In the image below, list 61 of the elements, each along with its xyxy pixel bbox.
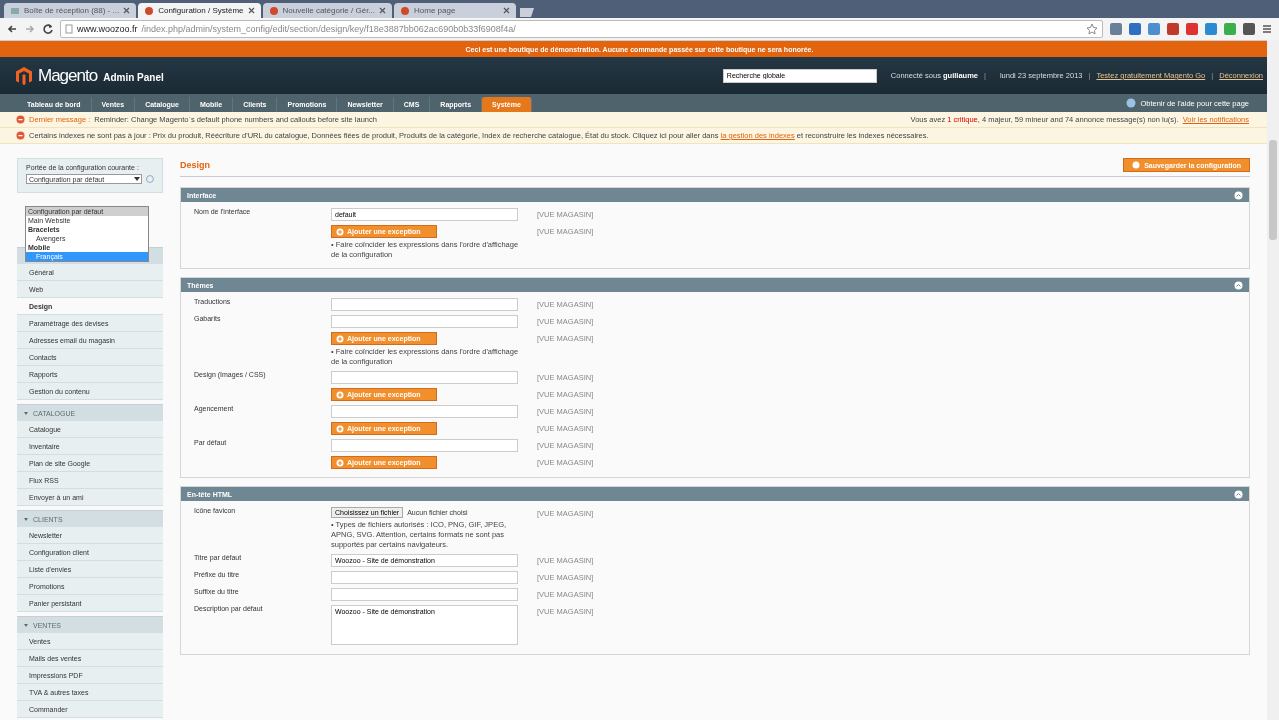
input-field[interactable]	[331, 371, 518, 384]
extension-icon[interactable]	[1242, 22, 1256, 36]
input-field[interactable]	[331, 588, 518, 601]
forward-icon[interactable]	[24, 23, 36, 35]
extension-icon[interactable]	[1204, 22, 1218, 36]
logo-text: Magento	[38, 65, 98, 86]
tab-title: Nouvelle catégorie / Gér...	[282, 6, 376, 15]
save-icon	[1132, 161, 1141, 169]
admin-panel-title: Admin Panel	[103, 71, 164, 83]
browser-tab[interactable]: Boîte de réception (88) - ...	[4, 3, 137, 18]
magento-icon	[400, 5, 411, 16]
close-icon[interactable]	[247, 7, 255, 14]
page-title: Design	[180, 160, 210, 170]
collapse-icon[interactable]	[23, 410, 29, 416]
extension-icon[interactable]	[1147, 22, 1161, 36]
alert-icon	[16, 115, 25, 124]
magento-logo-icon	[16, 66, 32, 85]
extension-icon[interactable]	[1166, 22, 1180, 36]
collapse-icon[interactable]	[23, 622, 29, 628]
page-icon	[65, 24, 73, 34]
url-path: /index.php/admin/system_config/edit/section/design/key/f18e3887bb062ac690b0b33f6908f4a/	[141, 24, 516, 34]
input-field[interactable]	[331, 315, 518, 328]
alert-icon	[16, 131, 25, 140]
star-icon[interactable]	[1086, 23, 1098, 35]
browser-tab[interactable]: Configuration / Système	[138, 3, 261, 18]
browser-tab[interactable]: Nouvelle catégorie / Gér...	[262, 3, 393, 18]
tab-title: Configuration / Système	[158, 6, 244, 15]
close-icon[interactable]	[123, 7, 131, 14]
menu-icon[interactable]	[1261, 23, 1273, 35]
close-icon[interactable]	[503, 7, 511, 14]
browser-tab[interactable]: Home page	[394, 3, 517, 18]
add-icon	[336, 334, 344, 343]
input-field[interactable]	[331, 439, 518, 452]
magento-icon	[268, 5, 279, 16]
add-icon	[336, 227, 344, 236]
input-field[interactable]	[331, 571, 518, 584]
add-icon	[336, 390, 344, 399]
add-icon	[336, 424, 344, 433]
extension-icon[interactable]	[1185, 22, 1199, 36]
input-field[interactable]	[331, 298, 518, 311]
dropdown-arrow-icon[interactable]	[133, 175, 142, 183]
collapse-icon[interactable]	[1234, 489, 1243, 499]
collapse-icon[interactable]	[1234, 280, 1243, 290]
url-host: www.woozoo.fr	[77, 24, 138, 34]
tab-title: Boîte de réception (88) - ...	[24, 6, 120, 15]
input-field[interactable]	[331, 405, 518, 418]
extension-icon[interactable]	[1109, 22, 1123, 36]
reload-icon[interactable]	[42, 23, 54, 35]
tab-title: Home page	[414, 6, 457, 15]
new-tab-icon[interactable]	[518, 6, 537, 18]
address-field[interactable]: www.woozoo.fr /index.php/admin/system_config/edit/section/design/key/f18e3887bb062ac690b0b33f6908f4a/	[60, 20, 1103, 38]
collapse-icon[interactable]	[23, 516, 29, 522]
help-icon	[1126, 98, 1137, 108]
scrollbar[interactable]	[1267, 40, 1279, 720]
back-icon[interactable]	[6, 23, 18, 35]
magento-icon	[144, 5, 155, 16]
collapse-icon[interactable]	[1234, 190, 1243, 200]
close-icon[interactable]	[379, 7, 387, 14]
extension-icon[interactable]	[1128, 22, 1142, 36]
add-icon	[336, 458, 344, 467]
mail-icon	[10, 5, 20, 16]
